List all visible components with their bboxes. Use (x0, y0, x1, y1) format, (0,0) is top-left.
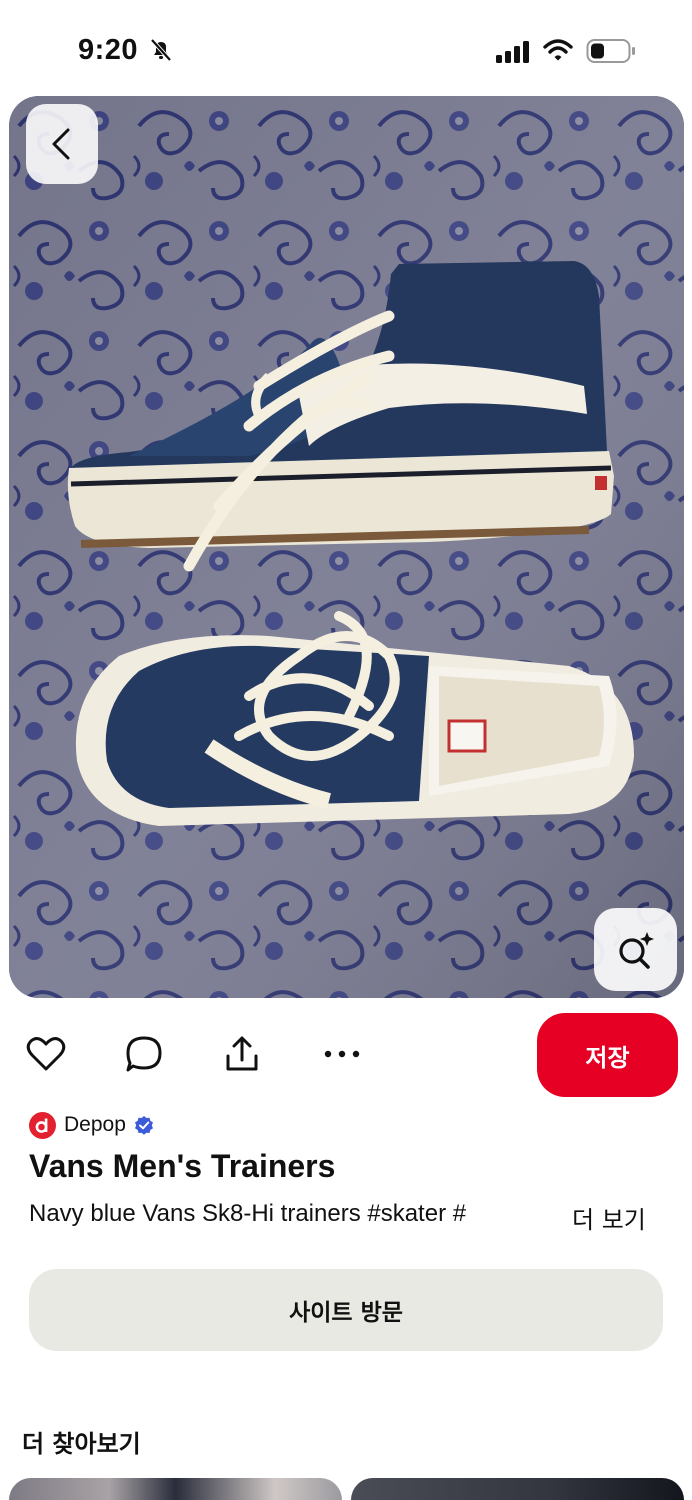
comment-icon (126, 1036, 162, 1072)
action-row: 저장 (0, 1010, 692, 1098)
see-more-link[interactable]: 더 보기 (572, 1200, 646, 1235)
share-icon (226, 1036, 258, 1071)
related-pin-thumbnail[interactable] (9, 1478, 342, 1500)
heart-icon (26, 1037, 66, 1071)
status-time: 9:20 (78, 34, 139, 66)
like-button[interactable] (24, 1032, 68, 1076)
verified-badge-icon (134, 1116, 153, 1135)
source-row[interactable]: Depop (29, 1111, 154, 1139)
cellular-signal-icon (496, 41, 529, 63)
back-button[interactable] (26, 104, 98, 184)
pin-description-text: Navy blue Vans Sk8-Hi trainers #skater # (29, 1200, 467, 1227)
depop-logo-icon (29, 1111, 56, 1139)
pin-description: Navy blue Vans Sk8-Hi trainers #skater # (29, 1200, 559, 1234)
related-pin-thumbnail[interactable] (351, 1478, 684, 1500)
wifi-icon (543, 39, 573, 61)
lens-sparkle-icon (618, 931, 654, 969)
visit-site-button[interactable]: 사이트 방문 (29, 1269, 663, 1351)
explore-heading: 더 찾아보기 (22, 1430, 141, 1458)
save-button[interactable]: 저장 (537, 1013, 678, 1097)
source-name: Depop (64, 1113, 126, 1136)
chevron-left-icon (52, 128, 70, 160)
status-bar: 9:20 (0, 0, 692, 96)
sneakers-photo (9, 96, 684, 998)
visual-search-button[interactable] (594, 908, 677, 991)
pin-title: Vans Men's Trainers (29, 1148, 336, 1184)
battery-icon (586, 39, 635, 63)
bell-muted-icon (150, 38, 172, 62)
comment-button[interactable] (122, 1032, 166, 1076)
more-icon (324, 1050, 360, 1058)
pin-image[interactable] (9, 96, 684, 998)
share-button[interactable] (220, 1032, 264, 1076)
more-options-button[interactable] (320, 1032, 364, 1076)
